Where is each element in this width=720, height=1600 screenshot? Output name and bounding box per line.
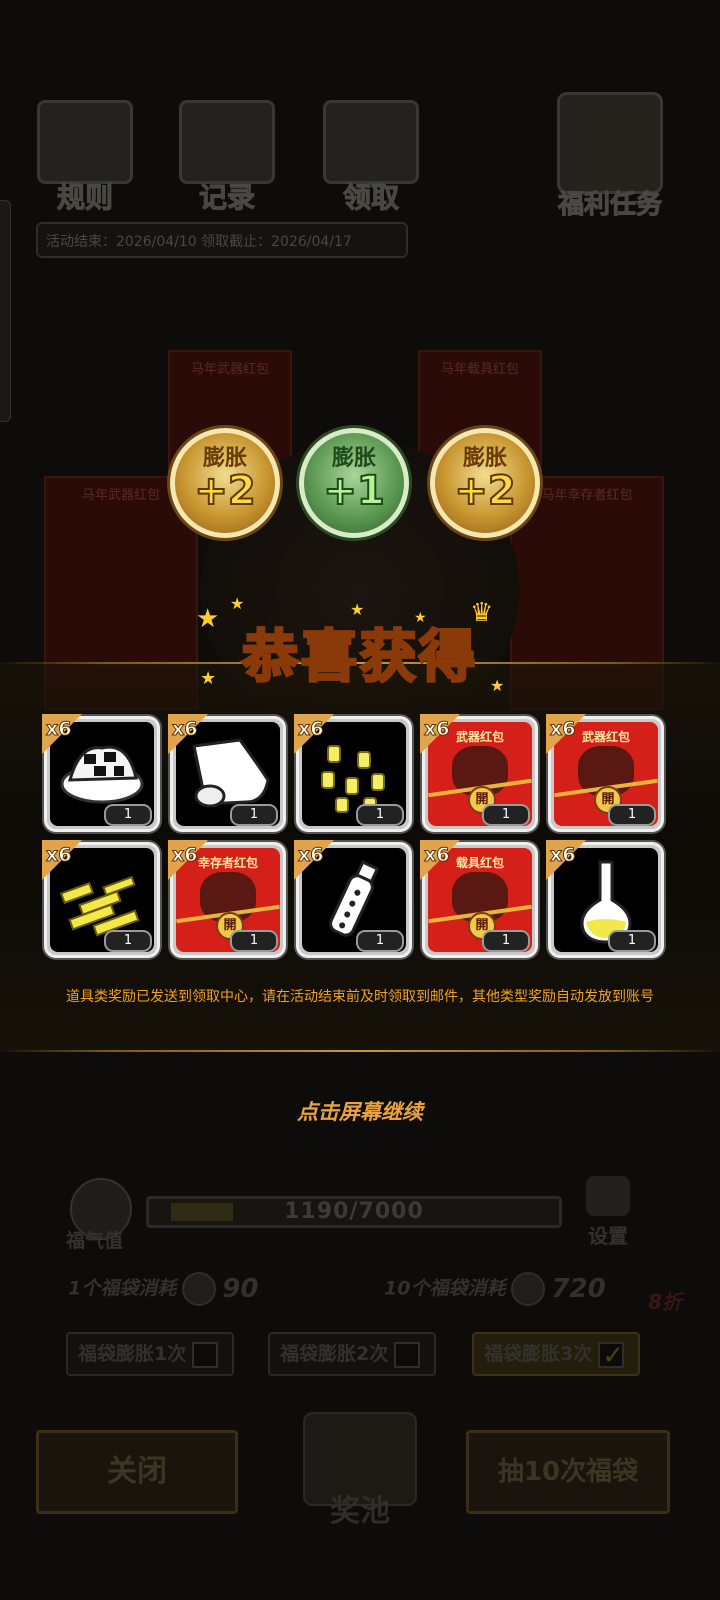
claim-box-icon	[323, 100, 419, 184]
reward-item-grenade[interactable]: x6 1	[294, 840, 412, 958]
item-count: 1	[608, 930, 656, 952]
reward-item-meat[interactable]: x6 1	[42, 714, 160, 832]
badge-value: +1	[322, 467, 385, 515]
checkbox-checked	[598, 1336, 625, 1376]
item-qty: x6	[297, 844, 324, 867]
rules-button[interactable]: 规则	[30, 100, 140, 220]
item-qty: x6	[171, 844, 198, 867]
expand-badge-1: 膨胀 +2	[170, 428, 280, 538]
claim-label: 领取	[342, 181, 399, 215]
record-button[interactable]: 记录	[172, 100, 282, 220]
cost-one: 1个福袋消耗 90	[68, 1272, 258, 1306]
settings-button[interactable]: 设置	[578, 1176, 638, 1249]
item-count: 1	[104, 930, 152, 952]
rulebook-icon	[37, 100, 133, 184]
reward-title: 恭喜获得	[241, 624, 478, 692]
rules-label: 规则	[56, 181, 113, 215]
badge-value: +2	[453, 467, 516, 515]
item-count: 1	[230, 930, 278, 952]
cost-one-value: 90	[222, 1274, 259, 1304]
cost-ten: 10个福袋消耗 720	[384, 1272, 606, 1306]
item-count: 1	[608, 804, 656, 826]
item-count: 1	[482, 804, 530, 826]
draw-ten-button[interactable]: 抽10次福袋	[466, 1430, 670, 1514]
expand-thrice-checkbox[interactable]: 福袋膨胀3次	[472, 1332, 640, 1376]
checkbox-box	[192, 1341, 219, 1368]
prize-card-title: 马年载具红包	[440, 362, 519, 377]
fortune-progress-bar: 1190/7000	[146, 1196, 562, 1228]
reward-item-weapon-redpack[interactable]: 武器红包 開 x6 1	[420, 714, 538, 832]
prize-card-title: 马年武器红包	[190, 362, 269, 377]
reward-item-survivor-redpack[interactable]: 幸存者红包 開 x6 1	[168, 840, 286, 958]
reward-item-vehicle-redpack[interactable]: 载具红包 開 x6 1	[420, 840, 538, 958]
checkbox-box	[394, 1341, 421, 1368]
item-qty: x6	[423, 844, 450, 867]
item-count: 1	[104, 804, 152, 826]
prize-pool-button[interactable]: 奖池	[292, 1412, 428, 1532]
record-label: 记录	[198, 181, 255, 215]
star-icon: ★	[230, 594, 245, 613]
cost-one-label: 1个福袋消耗	[68, 1277, 177, 1300]
checkbox-label: 福袋膨胀1次	[78, 1343, 187, 1365]
item-count: 1	[356, 930, 404, 952]
target-scroll-icon	[557, 92, 663, 194]
megaphone-icon	[586, 1176, 630, 1216]
reward-item-flask[interactable]: x6 1	[546, 840, 664, 958]
prize-pool-label: 奖池	[330, 1494, 390, 1529]
reward-item-cloth[interactable]: x6 1	[168, 714, 286, 832]
item-qty: x6	[549, 844, 576, 867]
cost-ten-value: 720	[551, 1274, 606, 1304]
welfare-task-button[interactable]: 福利任务	[545, 92, 675, 232]
item-qty: x6	[45, 718, 72, 741]
settings-label: 设置	[588, 1224, 628, 1248]
fortune-coin-icon	[182, 1272, 217, 1306]
reward-item-bullets[interactable]: x6 1	[294, 714, 412, 832]
item-qty: x6	[45, 844, 72, 867]
item-qty: x6	[171, 718, 198, 741]
item-count: 1	[356, 804, 404, 826]
expand-once-checkbox[interactable]: 福袋膨胀1次	[66, 1332, 234, 1376]
checkbox-label: 福袋膨胀3次	[484, 1343, 593, 1365]
expand-twice-checkbox[interactable]: 福袋膨胀2次	[268, 1332, 436, 1376]
discount-badge: 8折	[648, 1290, 682, 1314]
badge-value: +2	[193, 467, 256, 515]
reward-item-gold-bars[interactable]: x6 1	[42, 840, 160, 958]
event-dates: 活动结束：2026/04/10 领取截止：2026/04/17	[36, 222, 408, 258]
item-qty: x6	[423, 718, 450, 741]
fortune-progress-text: 1190/7000	[284, 1199, 424, 1224]
checkbox-label: 福袋膨胀2次	[280, 1343, 389, 1365]
item-count: 1	[482, 930, 530, 952]
divider-bottom	[0, 1050, 720, 1052]
fortune-label: 福气值	[66, 1230, 124, 1252]
record-scroll-icon	[179, 100, 275, 184]
item-qty: x6	[297, 718, 324, 741]
expand-badge-3: 膨胀 +2	[430, 428, 540, 538]
reward-notice: 道具类奖励已发送到领取中心，请在活动结束前及时领取到邮件，其他类型奖励自动发放到…	[66, 989, 654, 1005]
expand-badge-2: 膨胀 +1	[299, 428, 409, 538]
cost-ten-label: 10个福袋消耗	[384, 1277, 506, 1300]
item-count: 1	[230, 804, 278, 826]
tap-to-continue[interactable]: 点击屏幕继续	[0, 1096, 720, 1126]
side-drawer-tab[interactable]	[0, 200, 11, 422]
close-button[interactable]: 关闭	[36, 1430, 238, 1514]
claim-button[interactable]: 领取	[316, 100, 426, 220]
reward-item-weapon-redpack-2[interactable]: 武器红包 開 x6 1	[546, 714, 664, 832]
item-qty: x6	[549, 718, 576, 741]
welfare-task-label: 福利任务	[557, 190, 662, 221]
fortune-coin-icon	[511, 1272, 546, 1306]
